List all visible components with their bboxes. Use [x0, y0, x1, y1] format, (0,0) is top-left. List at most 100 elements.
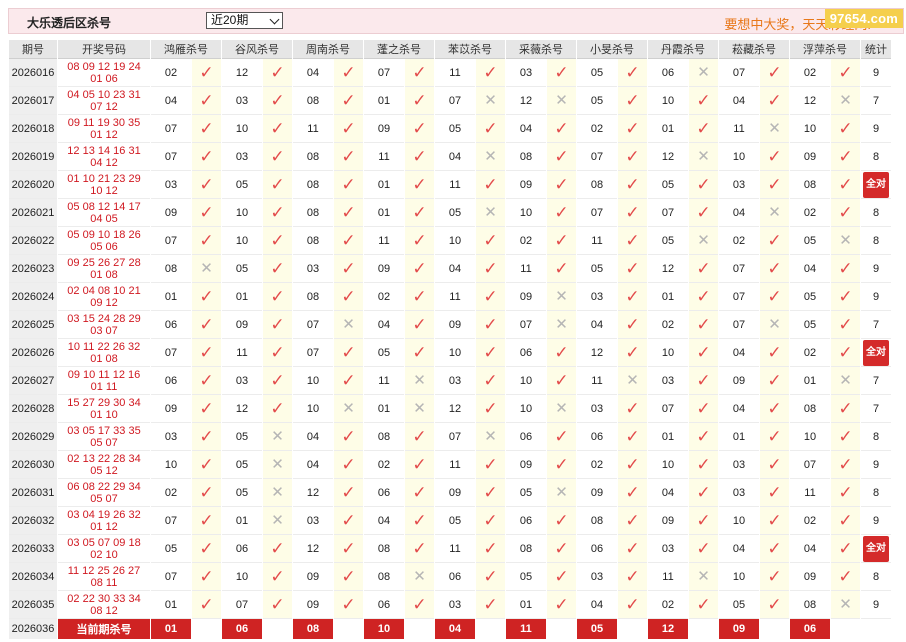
- check-icon: ✓: [199, 315, 214, 334]
- kill-number: 04: [364, 311, 404, 339]
- current-blank: [476, 619, 505, 639]
- issue-cell: 2026026: [9, 339, 57, 367]
- check-icon: ✓: [199, 91, 214, 110]
- check-icon: ✓: [341, 343, 356, 362]
- cross-icon: ✕: [555, 484, 568, 501]
- draw-back: 01 11: [90, 380, 118, 393]
- cross-icon: ✕: [626, 372, 639, 389]
- kill-number: 03: [577, 283, 617, 311]
- draw-cell: 03 05 07 09 18 02 10: [58, 535, 150, 563]
- check-icon: ✓: [838, 119, 853, 138]
- draw-cell: 01 10 21 23 29 10 12: [58, 171, 150, 199]
- kill-number: 05: [364, 339, 404, 367]
- result-cell: ✓: [831, 507, 860, 535]
- check-icon: ✓: [270, 287, 285, 306]
- result-cell: ✓: [334, 563, 363, 591]
- draw-back: 09 12: [90, 296, 118, 309]
- kill-number: 05: [435, 199, 475, 227]
- kill-number: 12: [222, 395, 262, 423]
- period-select[interactable]: 近20期: [206, 12, 283, 29]
- kill-number: 05: [222, 423, 262, 451]
- check-icon: ✓: [767, 231, 782, 250]
- check-icon: ✓: [341, 371, 356, 390]
- kill-number: 05: [577, 255, 617, 283]
- result-cell: ✓: [760, 591, 789, 619]
- check-icon: ✓: [199, 511, 214, 530]
- result-cell: ✓: [263, 255, 292, 283]
- result-cell: ✓: [405, 115, 434, 143]
- kill-number: 09: [364, 255, 404, 283]
- all-correct-badge: 全对: [863, 339, 889, 366]
- result-cell: ✕: [547, 479, 576, 507]
- check-icon: ✓: [199, 567, 214, 586]
- check-icon: ✓: [412, 91, 427, 110]
- draw-cell: 04 05 10 23 31 07 12: [58, 87, 150, 115]
- check-icon: ✓: [483, 595, 498, 614]
- result-cell: ✓: [476, 283, 505, 311]
- check-icon: ✓: [199, 231, 214, 250]
- check-icon: ✓: [412, 63, 427, 82]
- col-issue: 期号: [9, 40, 57, 59]
- kill-number: 09: [151, 395, 191, 423]
- kill-number: 02: [151, 59, 191, 87]
- check-icon: ✓: [838, 567, 853, 586]
- kill-number: 06: [364, 591, 404, 619]
- draw-front: 03 04 19 26 32: [67, 508, 141, 521]
- kill-number: 11: [364, 367, 404, 395]
- result-cell: ✓: [405, 255, 434, 283]
- kill-number: 07: [293, 339, 333, 367]
- result-cell: ✕: [547, 283, 576, 311]
- issue-cell: 2026022: [9, 227, 57, 255]
- result-cell: ✓: [547, 143, 576, 171]
- kill-number: 12: [790, 87, 830, 115]
- check-icon: ✓: [341, 175, 356, 194]
- result-cell: ✓: [334, 591, 363, 619]
- check-icon: ✓: [625, 315, 640, 334]
- kill-number: 01: [364, 171, 404, 199]
- check-icon: ✓: [270, 315, 285, 334]
- kill-number: 07: [151, 507, 191, 535]
- kill-number: 08: [364, 423, 404, 451]
- result-cell: ✕: [618, 367, 647, 395]
- result-cell: ✓: [760, 395, 789, 423]
- current-kill-number: 09: [719, 619, 759, 639]
- result-cell: ✓: [760, 255, 789, 283]
- kill-number: 03: [222, 87, 262, 115]
- kill-number: 10: [435, 339, 475, 367]
- check-icon: ✓: [696, 91, 711, 110]
- kill-number: 07: [648, 199, 688, 227]
- kill-number: 11: [364, 227, 404, 255]
- check-icon: ✓: [838, 483, 853, 502]
- check-icon: ✓: [412, 119, 427, 138]
- current-kill-number: 06: [790, 619, 830, 639]
- issue-cell: 2026017: [9, 87, 57, 115]
- result-cell: ✓: [760, 563, 789, 591]
- check-icon: ✓: [696, 399, 711, 418]
- result-cell: ✓: [192, 367, 221, 395]
- kill-number: 10: [222, 563, 262, 591]
- result-cell: ✕: [263, 423, 292, 451]
- kill-number: 11: [577, 367, 617, 395]
- result-cell: ✓: [334, 535, 363, 563]
- cross-icon: ✕: [697, 568, 710, 585]
- cross-icon: ✕: [839, 372, 852, 389]
- result-cell: ✕: [263, 507, 292, 535]
- check-icon: ✓: [199, 119, 214, 138]
- result-cell: ✓: [618, 115, 647, 143]
- header-bar: 大乐透后区杀号 近20期 要想中大奖，天天彩经网! 97654.com: [8, 8, 904, 34]
- result-cell: ✓: [618, 143, 647, 171]
- check-icon: ✓: [767, 427, 782, 446]
- col-expert: 菘藏杀号: [719, 40, 789, 59]
- table-row: 2026034 11 12 25 26 27 08 11 07 ✓ 10 ✓ 09 ✓ 08 ✕ 06…: [9, 563, 891, 591]
- check-icon: ✓: [696, 455, 711, 474]
- cross-icon: ✕: [271, 484, 284, 501]
- kill-number: 05: [222, 479, 262, 507]
- current-blank: [263, 619, 292, 639]
- stat-cell: 7: [861, 395, 891, 423]
- check-icon: ✓: [625, 427, 640, 446]
- result-cell: ✓: [689, 339, 718, 367]
- kill-number: 11: [222, 339, 262, 367]
- result-cell: ✓: [831, 59, 860, 87]
- result-cell: ✓: [831, 563, 860, 591]
- kill-number: 05: [577, 87, 617, 115]
